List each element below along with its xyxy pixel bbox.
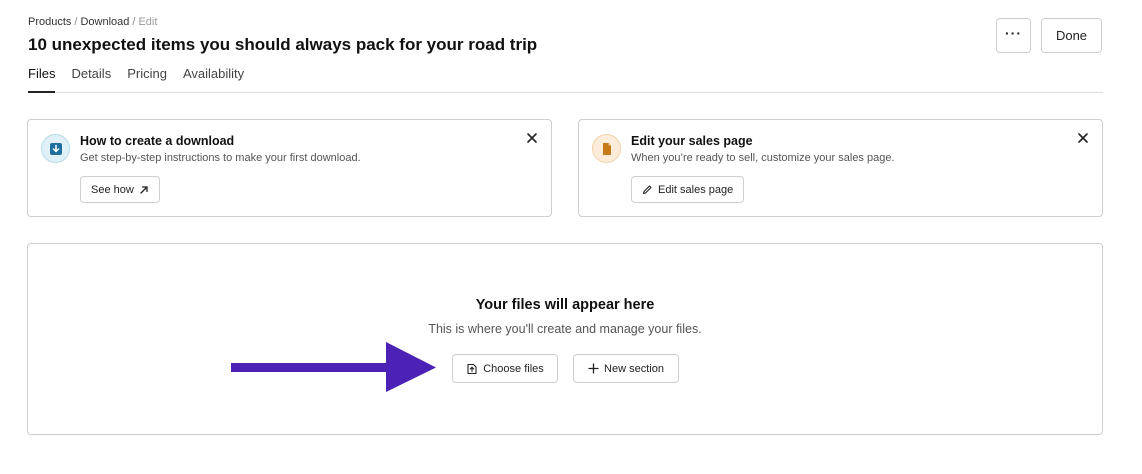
close-icon[interactable] bbox=[1076, 131, 1090, 145]
breadcrumb: Products / Download / Edit bbox=[28, 16, 157, 28]
tab-files[interactable]: Files bbox=[28, 66, 56, 93]
card-title: How to create a download bbox=[80, 134, 235, 148]
tab-details[interactable]: Details bbox=[71, 66, 111, 93]
new-section-button[interactable]: New section bbox=[573, 354, 679, 383]
plus-icon bbox=[588, 363, 599, 374]
breadcrumb-separator: / bbox=[74, 16, 78, 28]
tab-pricing[interactable]: Pricing bbox=[127, 66, 167, 93]
upload-icon bbox=[467, 363, 477, 374]
tab-availability[interactable]: Availability bbox=[183, 66, 244, 93]
see-how-button[interactable]: See how bbox=[80, 176, 160, 203]
download-icon bbox=[41, 134, 70, 163]
breadcrumb-current: Edit bbox=[138, 16, 158, 28]
breadcrumb-separator: / bbox=[132, 16, 136, 28]
choose-files-button[interactable]: Choose files bbox=[452, 354, 558, 383]
pencil-icon bbox=[642, 185, 652, 195]
done-button[interactable]: Done bbox=[1041, 18, 1102, 53]
arrow-up-right-icon bbox=[140, 185, 148, 194]
tab-bar: Files Details Pricing Availability bbox=[28, 66, 1103, 93]
files-panel: Your files will appear here This is wher… bbox=[27, 243, 1103, 435]
more-options-button[interactable]: ··· bbox=[996, 18, 1031, 53]
breadcrumb-download[interactable]: Download bbox=[80, 16, 129, 28]
edit-sales-page-label: Edit sales page bbox=[658, 183, 734, 196]
choose-files-label: Choose files bbox=[483, 362, 544, 375]
header-actions: ··· Done bbox=[996, 18, 1102, 53]
sales-page-card: Edit your sales page When you’re ready t… bbox=[578, 119, 1103, 217]
breadcrumb-products[interactable]: Products bbox=[28, 16, 71, 28]
card-title: Edit your sales page bbox=[631, 134, 753, 148]
new-section-label: New section bbox=[604, 362, 664, 375]
close-icon[interactable] bbox=[525, 131, 539, 145]
card-description: When you’re ready to sell, customize you… bbox=[631, 152, 895, 164]
edit-sales-page-button[interactable]: Edit sales page bbox=[631, 176, 745, 203]
download-help-card: How to create a download Get step-by-ste… bbox=[27, 119, 552, 217]
see-how-label: See how bbox=[91, 183, 134, 196]
card-description: Get step-by-step instructions to make yo… bbox=[80, 152, 361, 164]
files-empty-description: This is where you'll create and manage y… bbox=[428, 322, 702, 336]
document-icon bbox=[592, 134, 621, 163]
files-empty-title: Your files will appear here bbox=[475, 297, 655, 313]
pointer-arrow-icon bbox=[231, 342, 436, 392]
page-title: 10 unexpected items you should always pa… bbox=[28, 35, 538, 54]
